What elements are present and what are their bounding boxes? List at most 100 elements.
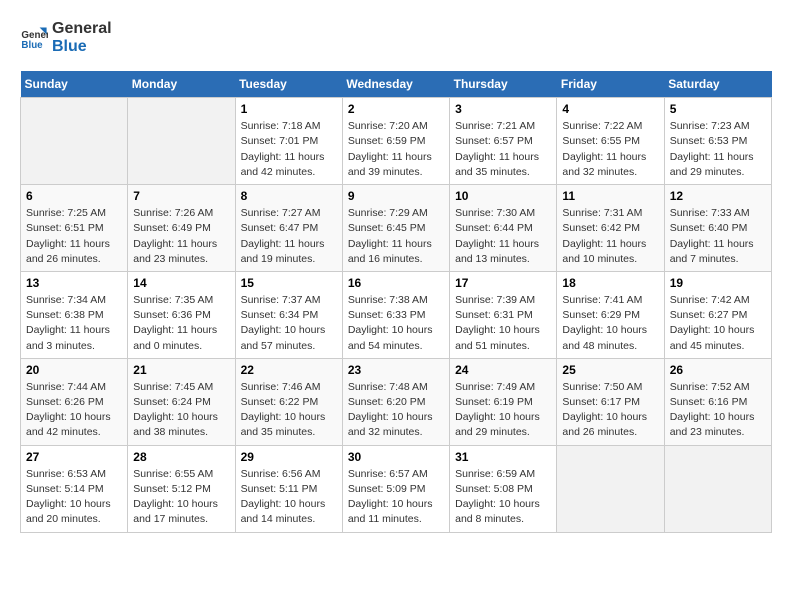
day-number: 1 xyxy=(241,102,337,116)
day-number: 3 xyxy=(455,102,551,116)
day-number: 18 xyxy=(562,276,658,290)
week-row-4: 20 Sunrise: 7:44 AMSunset: 6:26 PMDayligh… xyxy=(21,358,772,445)
day-info: Sunrise: 7:41 AMSunset: 6:29 PMDaylight:… xyxy=(562,293,658,354)
day-number: 11 xyxy=(562,189,658,203)
day-info: Sunrise: 7:34 AMSunset: 6:38 PMDaylight:… xyxy=(26,293,122,354)
weekday-header-friday: Friday xyxy=(557,71,664,98)
day-info: Sunrise: 7:35 AMSunset: 6:36 PMDaylight:… xyxy=(133,293,229,354)
logo-icon: General Blue xyxy=(20,24,48,52)
day-info: Sunrise: 7:33 AMSunset: 6:40 PMDaylight:… xyxy=(670,206,766,267)
day-number: 25 xyxy=(562,363,658,377)
day-number: 16 xyxy=(348,276,444,290)
day-number: 19 xyxy=(670,276,766,290)
week-row-3: 13 Sunrise: 7:34 AMSunset: 6:38 PMDayligh… xyxy=(21,271,772,358)
day-number: 22 xyxy=(241,363,337,377)
day-cell: 13 Sunrise: 7:34 AMSunset: 6:38 PMDayligh… xyxy=(21,271,128,358)
day-cell: 25Sunrise: 7:50 AMSunset: 6:17 PMDayligh… xyxy=(557,358,664,445)
day-info: Sunrise: 7:39 AMSunset: 6:31 PMDaylight:… xyxy=(455,293,551,354)
day-info: Sunrise: 6:55 AMSunset: 5:12 PMDaylight:… xyxy=(133,467,229,528)
day-cell: 22 Sunrise: 7:46 AMSunset: 6:22 PMDayligh… xyxy=(235,358,342,445)
day-number: 14 xyxy=(133,276,229,290)
day-cell: 24 Sunrise: 7:49 AMSunset: 6:19 PMDayligh… xyxy=(450,358,557,445)
day-number: 20 xyxy=(26,363,122,377)
day-cell xyxy=(664,445,771,532)
week-row-5: 27 Sunrise: 6:53 AMSunset: 5:14 PMDayligh… xyxy=(21,445,772,532)
weekday-header-saturday: Saturday xyxy=(664,71,771,98)
day-info: Sunrise: 6:57 AMSunset: 5:09 PMDaylight:… xyxy=(348,467,444,528)
day-number: 30 xyxy=(348,450,444,464)
calendar-table: SundayMondayTuesdayWednesdayThursdayFrid… xyxy=(20,71,772,532)
day-cell: 2Sunrise: 7:20 AMSunset: 6:59 PMDaylight… xyxy=(342,98,449,185)
day-cell: 15 Sunrise: 7:37 AMSunset: 6:34 PMDayligh… xyxy=(235,271,342,358)
day-info: Sunrise: 7:26 AMSunset: 6:49 PMDaylight:… xyxy=(133,206,229,267)
day-info: Sunrise: 7:44 AMSunset: 6:26 PMDaylight:… xyxy=(26,380,122,441)
day-info: Sunrise: 7:18 AMSunset: 7:01 PMDaylight:… xyxy=(241,119,337,180)
day-info: Sunrise: 7:46 AMSunset: 6:22 PMDaylight:… xyxy=(241,380,337,441)
day-cell: 17 Sunrise: 7:39 AMSunset: 6:31 PMDayligh… xyxy=(450,271,557,358)
day-number: 21 xyxy=(133,363,229,377)
day-cell: 30 Sunrise: 6:57 AMSunset: 5:09 PMDayligh… xyxy=(342,445,449,532)
logo: General Blue General Blue xyxy=(20,20,112,55)
day-number: 8 xyxy=(241,189,337,203)
day-info: Sunrise: 7:20 AMSunset: 6:59 PMDaylight:… xyxy=(348,119,444,180)
day-number: 24 xyxy=(455,363,551,377)
weekday-header-wednesday: Wednesday xyxy=(342,71,449,98)
day-cell: 23 Sunrise: 7:48 AMSunset: 6:20 PMDayligh… xyxy=(342,358,449,445)
day-info: Sunrise: 7:22 AMSunset: 6:55 PMDaylight:… xyxy=(562,119,658,180)
day-cell: 21Sunrise: 7:45 AMSunset: 6:24 PMDayligh… xyxy=(128,358,235,445)
day-number: 31 xyxy=(455,450,551,464)
day-info: Sunrise: 7:49 AMSunset: 6:19 PMDaylight:… xyxy=(455,380,551,441)
day-number: 13 xyxy=(26,276,122,290)
weekday-header-thursday: Thursday xyxy=(450,71,557,98)
day-cell xyxy=(128,98,235,185)
weekday-header-sunday: Sunday xyxy=(21,71,128,98)
day-info: Sunrise: 7:25 AMSunset: 6:51 PMDaylight:… xyxy=(26,206,122,267)
day-number: 5 xyxy=(670,102,766,116)
day-info: Sunrise: 7:21 AMSunset: 6:57 PMDaylight:… xyxy=(455,119,551,180)
day-number: 29 xyxy=(241,450,337,464)
day-number: 7 xyxy=(133,189,229,203)
day-cell: 27 Sunrise: 6:53 AMSunset: 5:14 PMDayligh… xyxy=(21,445,128,532)
day-cell: 7 Sunrise: 7:26 AMSunset: 6:49 PMDaylight… xyxy=(128,185,235,272)
day-cell: 12 Sunrise: 7:33 AMSunset: 6:40 PMDayligh… xyxy=(664,185,771,272)
day-cell: 10Sunrise: 7:30 AMSunset: 6:44 PMDayligh… xyxy=(450,185,557,272)
day-cell: 6 Sunrise: 7:25 AMSunset: 6:51 PMDaylight… xyxy=(21,185,128,272)
day-info: Sunrise: 7:27 AMSunset: 6:47 PMDaylight:… xyxy=(241,206,337,267)
day-cell: 20 Sunrise: 7:44 AMSunset: 6:26 PMDayligh… xyxy=(21,358,128,445)
day-number: 17 xyxy=(455,276,551,290)
day-info: Sunrise: 7:31 AMSunset: 6:42 PMDaylight:… xyxy=(562,206,658,267)
day-info: Sunrise: 7:42 AMSunset: 6:27 PMDaylight:… xyxy=(670,293,766,354)
svg-text:Blue: Blue xyxy=(21,39,43,50)
week-row-2: 6 Sunrise: 7:25 AMSunset: 6:51 PMDaylight… xyxy=(21,185,772,272)
day-cell: 11 Sunrise: 7:31 AMSunset: 6:42 PMDayligh… xyxy=(557,185,664,272)
day-cell: 1 Sunrise: 7:18 AMSunset: 7:01 PMDaylight… xyxy=(235,98,342,185)
day-info: Sunrise: 7:37 AMSunset: 6:34 PMDaylight:… xyxy=(241,293,337,354)
day-cell: 29 Sunrise: 6:56 AMSunset: 5:11 PMDayligh… xyxy=(235,445,342,532)
day-info: Sunrise: 7:38 AMSunset: 6:33 PMDaylight:… xyxy=(348,293,444,354)
day-info: Sunrise: 7:52 AMSunset: 6:16 PMDaylight:… xyxy=(670,380,766,441)
day-cell xyxy=(21,98,128,185)
day-cell: 14 Sunrise: 7:35 AMSunset: 6:36 PMDayligh… xyxy=(128,271,235,358)
weekday-header-row: SundayMondayTuesdayWednesdayThursdayFrid… xyxy=(21,71,772,98)
day-info: Sunrise: 6:53 AMSunset: 5:14 PMDaylight:… xyxy=(26,467,122,528)
day-cell xyxy=(557,445,664,532)
day-info: Sunrise: 6:56 AMSunset: 5:11 PMDaylight:… xyxy=(241,467,337,528)
day-number: 6 xyxy=(26,189,122,203)
day-cell: 26Sunrise: 7:52 AMSunset: 6:16 PMDayligh… xyxy=(664,358,771,445)
day-number: 15 xyxy=(241,276,337,290)
day-number: 9 xyxy=(348,189,444,203)
day-number: 27 xyxy=(26,450,122,464)
page-header: General Blue General Blue xyxy=(20,20,772,55)
day-number: 28 xyxy=(133,450,229,464)
day-cell: 16 Sunrise: 7:38 AMSunset: 6:33 PMDayligh… xyxy=(342,271,449,358)
day-cell: 19 Sunrise: 7:42 AMSunset: 6:27 PMDayligh… xyxy=(664,271,771,358)
day-cell: 9Sunrise: 7:29 AMSunset: 6:45 PMDaylight… xyxy=(342,185,449,272)
week-row-1: 1 Sunrise: 7:18 AMSunset: 7:01 PMDaylight… xyxy=(21,98,772,185)
day-cell: 5Sunrise: 7:23 AMSunset: 6:53 PMDaylight… xyxy=(664,98,771,185)
day-cell: 8 Sunrise: 7:27 AMSunset: 6:47 PMDaylight… xyxy=(235,185,342,272)
day-number: 23 xyxy=(348,363,444,377)
day-info: Sunrise: 7:48 AMSunset: 6:20 PMDaylight:… xyxy=(348,380,444,441)
day-number: 12 xyxy=(670,189,766,203)
weekday-header-monday: Monday xyxy=(128,71,235,98)
day-cell: 3 Sunrise: 7:21 AMSunset: 6:57 PMDaylight… xyxy=(450,98,557,185)
